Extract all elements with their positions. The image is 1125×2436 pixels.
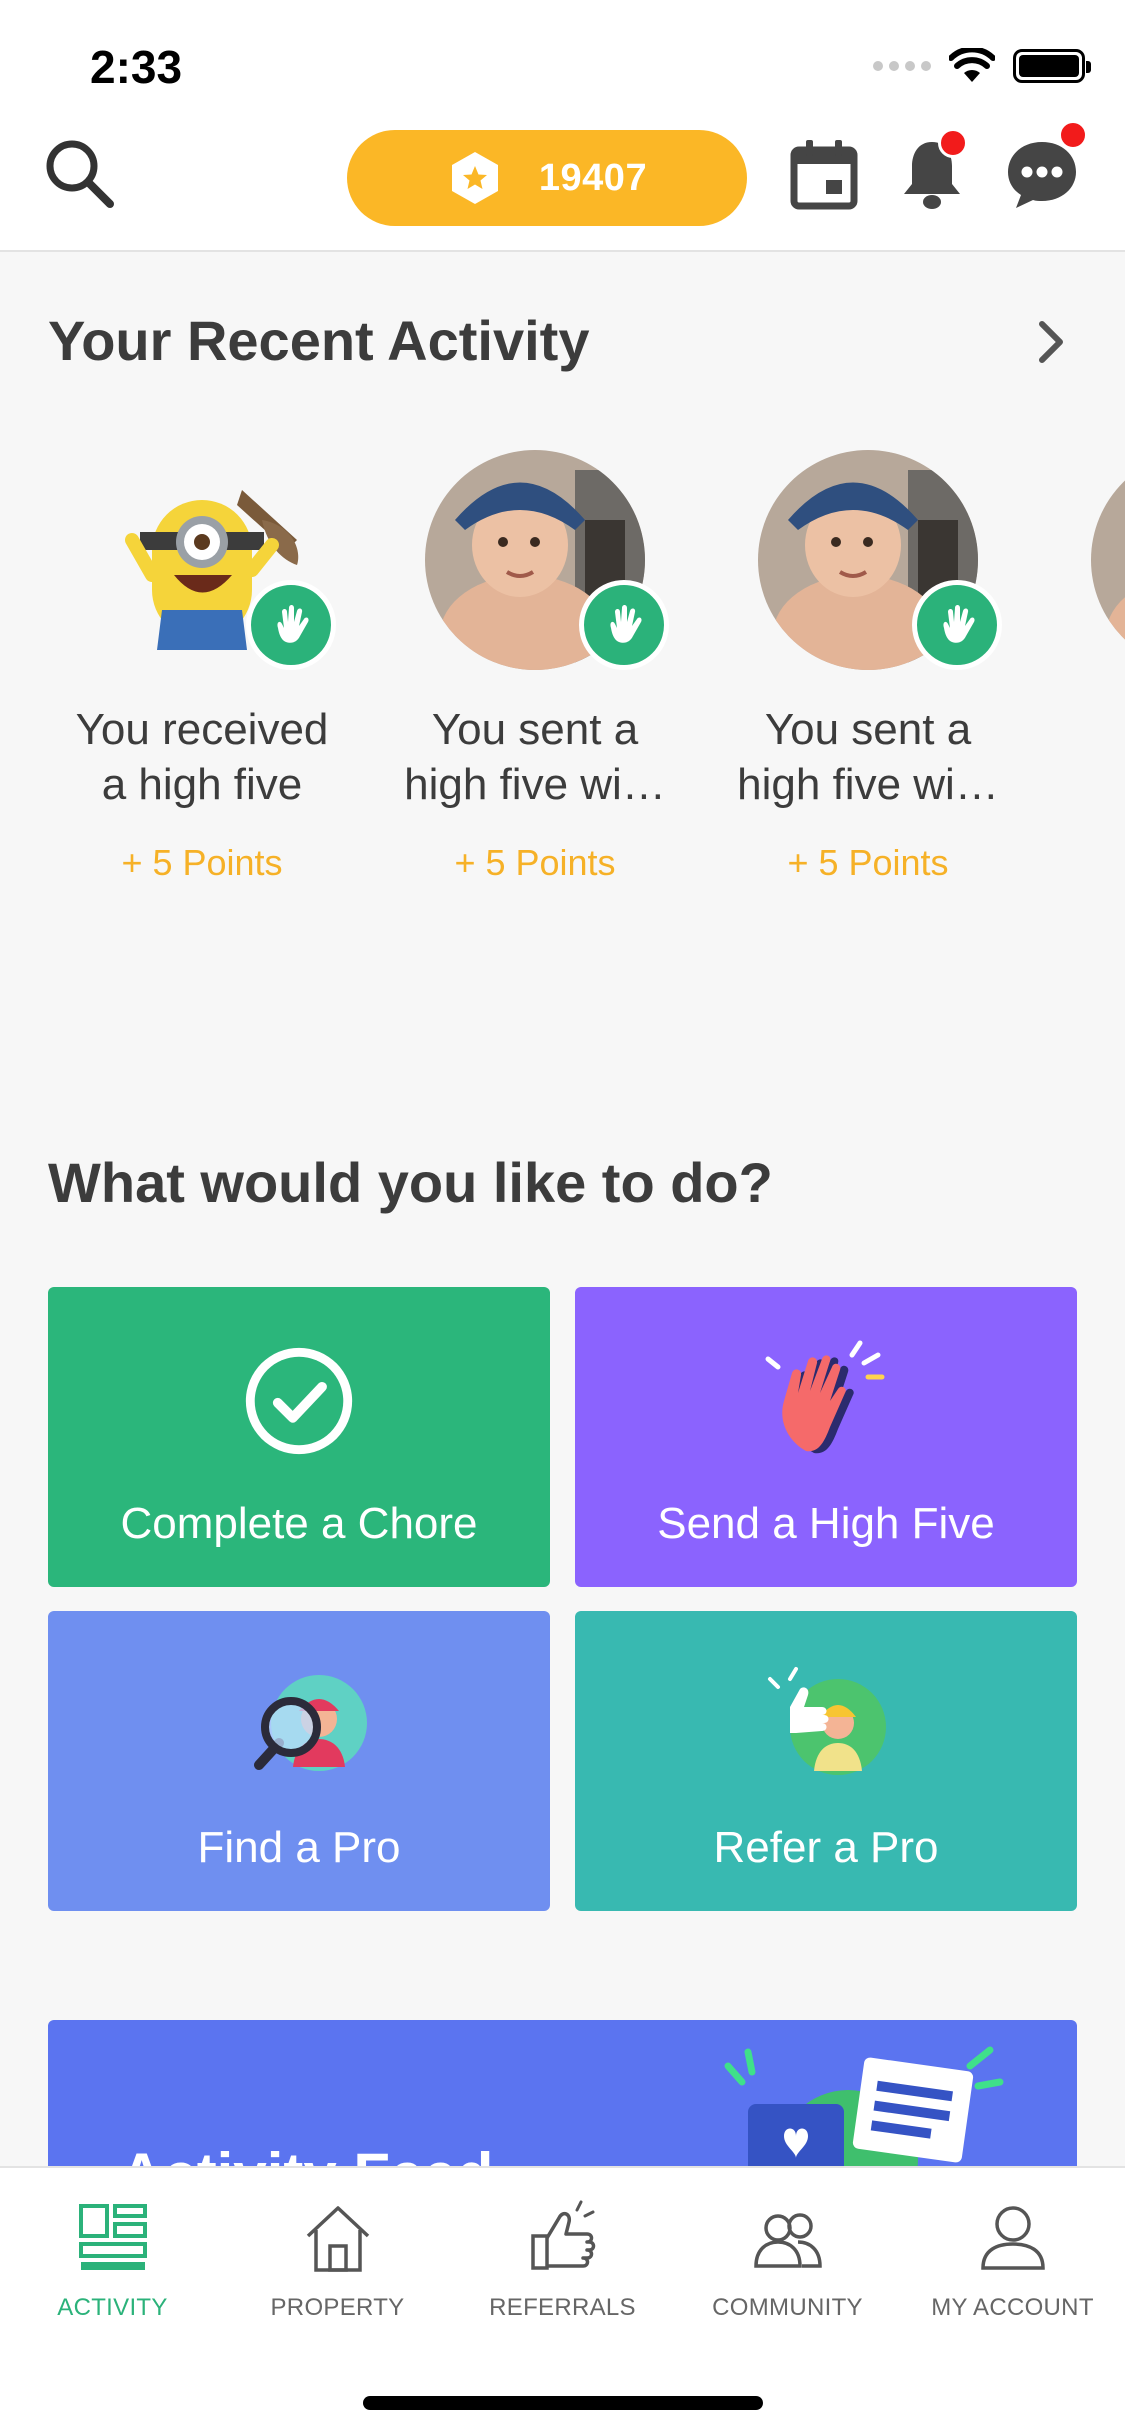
activity-text-line2: high five wi… — [737, 760, 999, 809]
chevron-right-icon — [1039, 321, 1063, 363]
child-photo-avatar — [1091, 450, 1125, 670]
check-circle-icon — [245, 1347, 353, 1455]
tab-community[interactable]: COMMUNITY — [675, 2198, 900, 2322]
person-icon — [980, 2206, 1045, 2270]
notifications-button[interactable] — [892, 128, 972, 214]
activity-text-line2: high five wi… — [404, 760, 666, 809]
high-five-hands-icon — [765, 1340, 885, 1454]
tab-label: REFERRALS — [489, 2294, 636, 2321]
house-icon — [306, 2206, 369, 2272]
hand-wave-icon — [943, 605, 975, 643]
tile-label: Refer a Pro — [713, 1823, 939, 1872]
people-icon — [753, 2213, 822, 2268]
wifi-icon — [949, 48, 995, 82]
activity-card[interactable]: You received a high five + 5 Points — [52, 450, 352, 884]
cellular-signal-icon — [873, 61, 931, 71]
search-icon — [46, 140, 114, 208]
recent-activity-more-button[interactable] — [1030, 312, 1074, 372]
complete-chore-tile[interactable]: Complete a Chore — [48, 1287, 550, 1587]
activity-points: + — [1051, 842, 1125, 884]
home-indicator[interactable] — [363, 2396, 763, 2410]
activity-text-line1: You received — [75, 705, 329, 754]
high-five-badge — [246, 580, 336, 670]
activity-text-line1: You sent a — [764, 705, 972, 754]
tab-label: MY ACCOUNT — [931, 2294, 1094, 2321]
messages-button[interactable] — [1002, 120, 1088, 214]
magnifier-worker-icon — [254, 1675, 367, 1771]
thumbs-up-icon — [530, 2200, 595, 2270]
actions-title: What would you like to do? — [48, 1151, 773, 1214]
tab-my-account[interactable]: MY ACCOUNT — [900, 2198, 1125, 2322]
activity-card[interactable]: Yo a + — [1051, 450, 1125, 884]
refer-pro-tile[interactable]: Refer a Pro — [575, 1611, 1077, 1911]
message-badge — [1058, 120, 1088, 150]
tab-referrals[interactable]: REFERRALS — [450, 2198, 675, 2322]
calendar-button[interactable] — [784, 134, 864, 214]
activity-text-line2: a high five — [101, 760, 303, 809]
points-value: 19407 — [538, 156, 648, 199]
tile-label: Send a High Five — [657, 1499, 995, 1548]
activity-card[interactable]: You sent a high five wi… + 5 Points — [718, 450, 1018, 884]
tile-label: Find a Pro — [197, 1823, 401, 1872]
activity-points: + 5 Points — [787, 842, 949, 883]
search-button[interactable] — [40, 134, 120, 214]
activity-points: + 5 Points — [121, 842, 283, 883]
recent-activity-title: Your Recent Activity — [48, 309, 590, 372]
notification-badge — [938, 128, 968, 158]
activity-text-line1: Yo — [1051, 702, 1125, 757]
activity-text-line1: You sent a — [431, 705, 639, 754]
hand-wave-icon — [610, 605, 642, 643]
high-five-badge — [579, 580, 669, 670]
activity-text-line2: a — [1051, 757, 1125, 812]
tab-activity[interactable]: ACTIVITY — [0, 2198, 225, 2322]
dashboard-icon — [78, 2204, 147, 2270]
status-time: 2:33 — [90, 41, 183, 93]
battery-icon — [1013, 49, 1091, 83]
send-high-five-tile[interactable]: Send a High Five — [575, 1287, 1077, 1587]
thumbs-up-worker-icon — [768, 1667, 886, 1775]
activity-card[interactable]: You sent a high five wi… + 5 Points — [385, 450, 685, 884]
tab-label: ACTIVITY — [57, 2294, 168, 2321]
points-pill[interactable]: 19407 — [347, 130, 747, 226]
recent-activity-list: You received a high five + 5 Points You … — [0, 450, 1125, 910]
tab-property[interactable]: PROPERTY — [225, 2198, 450, 2322]
hand-wave-icon — [277, 605, 309, 643]
tab-label: PROPERTY — [270, 2294, 405, 2321]
find-pro-tile[interactable]: Find a Pro — [48, 1611, 550, 1911]
activity-points: + 5 Points — [454, 842, 616, 883]
high-five-badge — [912, 580, 1002, 670]
calendar-icon — [790, 140, 858, 210]
star-badge-icon — [451, 152, 498, 204]
tile-label: Complete a Chore — [120, 1499, 478, 1548]
top-nav: 19407 — [0, 120, 1125, 252]
tab-label: COMMUNITY — [712, 2294, 863, 2321]
status-icons — [873, 48, 1091, 84]
status-bar: 2:33 — [0, 0, 1125, 120]
